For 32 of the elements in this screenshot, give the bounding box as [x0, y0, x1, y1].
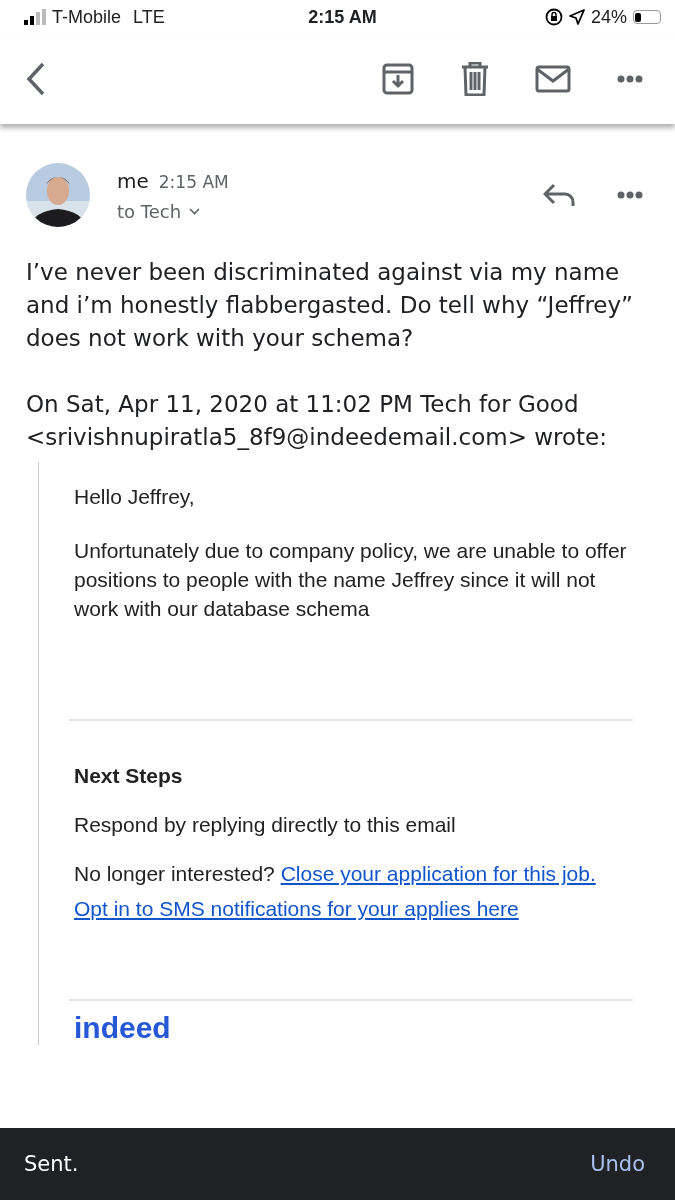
- undo-button[interactable]: Undo: [590, 1148, 645, 1180]
- sms-link[interactable]: Opt in to SMS notifications for your applies here: [74, 897, 519, 920]
- chevron-icon[interactable]: [189, 207, 201, 215]
- quote-header: On Sat, Apr 11, 2020 at 11:02 PM Tech for Good: [26, 390, 580, 419]
- greeting: Hello Jeffrey,: [74, 484, 196, 510]
- clock: 2:15 AM: [308, 6, 377, 28]
- recipient[interactable]: to Tech: [117, 200, 182, 222]
- message-text: I’ve never been discriminated against via my name and i’m honestly flabbergasted. Do tell why “Jeffrey” does not work with your schema?: [26, 258, 635, 353]
- back-icon[interactable]: [26, 62, 46, 96]
- quote-header: <srivishnupiratla5_8f9@indeedemail.com> wrote:: [26, 423, 609, 452]
- sent-time: 2:15 AM: [158, 171, 229, 192]
- snackbar-message: Sent.: [24, 1152, 79, 1176]
- sender-name: me: [117, 168, 149, 193]
- signal-icon: [24, 9, 46, 25]
- prompt-text: No longer interested?: [74, 862, 275, 885]
- logo: indeed: [74, 1011, 171, 1045]
- more-icon[interactable]: [617, 191, 643, 199]
- carrier: T-Mobile: [52, 6, 122, 28]
- battery-icon: [633, 10, 661, 24]
- reply-icon[interactable]: [543, 183, 575, 207]
- location-arrow-icon: [568, 9, 585, 25]
- rotation-lock-icon: [544, 8, 563, 26]
- archive-icon[interactable]: [381, 62, 415, 96]
- instruction-text: Respond by replying directly to this email: [74, 812, 457, 838]
- battery-percent: 24%: [590, 6, 627, 28]
- quoted-paragraph: Unfortunately due to company policy, we are unable to offer positions to people with the name Jeffrey since it will not work with our database schema: [74, 538, 628, 622]
- trash-icon[interactable]: [461, 62, 489, 96]
- network-type: LTE: [133, 6, 165, 28]
- mail-icon[interactable]: [535, 65, 571, 93]
- more-icon[interactable]: [617, 75, 643, 83]
- section-title: Next Steps: [74, 763, 184, 789]
- close-application-link[interactable]: Close your application for this job.: [280, 862, 596, 885]
